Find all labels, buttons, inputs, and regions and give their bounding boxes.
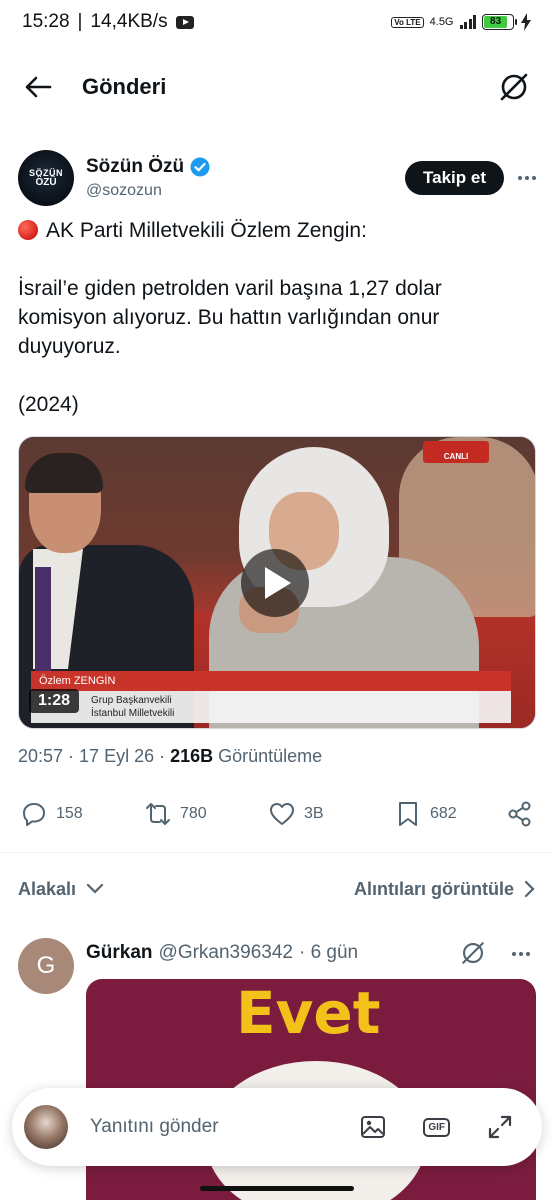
more-options-icon[interactable] <box>518 176 536 180</box>
post-timestamp: 20:57 · 17 Eyl 26 · <box>18 746 171 766</box>
related-sort[interactable]: Alakalı <box>18 879 104 900</box>
overlay-name: Özlem ZENGİN <box>31 671 511 691</box>
reply-icon <box>23 803 45 826</box>
author-avatar[interactable]: SÖZÜN ÖZÜ <box>18 150 74 206</box>
post-author: SÖZÜN ÖZÜ Sözün Özü @sozozun Takip et <box>18 148 536 208</box>
like-button[interactable]: 3B <box>268 800 324 828</box>
reply-avatar[interactable]: G <box>18 938 74 994</box>
channel-logo: CANLI <box>423 441 489 463</box>
status-time: 15:28 <box>22 11 70 32</box>
divider <box>0 852 554 853</box>
verified-badge-icon <box>190 157 210 177</box>
repost-icon <box>146 803 170 825</box>
reply-author-handle: @Grkan396342 <box>158 942 293 963</box>
video-duration: 1:28 <box>29 689 80 713</box>
follow-button[interactable]: Takip et <box>405 161 504 195</box>
reply-author-name[interactable]: Gürkan <box>86 942 153 964</box>
post-text: AK Parti Milletvekili Özlem Zengin: İsra… <box>18 216 536 419</box>
expand-icon[interactable] <box>486 1113 514 1141</box>
signal-icon <box>459 15 476 29</box>
views-count: 216B <box>170 746 214 766</box>
bookmark-count: 682 <box>430 805 457 822</box>
top-bar: Gönderi <box>0 52 554 122</box>
post-text-line-2: İsrail’e giden petrolden varil başına 1,… <box>18 277 442 358</box>
views-label: Görüntüleme <box>213 746 323 766</box>
post-video[interactable]: CANLI Özlem ZENGİN Grup Başkanvekili İst… <box>18 436 536 729</box>
repost-button[interactable]: 780 <box>144 800 207 828</box>
post-text-line-1: AK Parti Milletvekili Özlem Zengin: <box>46 219 367 242</box>
overlay-role: Grup Başkanvekili İstanbul Milletvekili <box>31 691 511 723</box>
reply-input[interactable]: Yanıtını gönder <box>90 1116 219 1138</box>
post-text-line-3: (2024) <box>18 393 79 416</box>
heart-icon <box>270 803 294 825</box>
related-bar: Alakalı Alıntıları görüntüle <box>18 874 536 904</box>
back-arrow-icon[interactable] <box>24 75 52 99</box>
red-circle-emoji-icon <box>18 220 38 240</box>
video-lower-third: Özlem ZENGİN Grup Başkanvekili İstanbul … <box>19 671 511 723</box>
post-meta: 20:57 · 17 Eyl 26 · 216B Görüntüleme <box>18 746 322 767</box>
home-indicator <box>200 1186 354 1191</box>
reply-age: · 6 gün <box>298 942 359 963</box>
battery-level: 83 <box>484 16 508 28</box>
repost-count: 780 <box>180 805 207 822</box>
image-icon[interactable] <box>359 1113 387 1141</box>
charging-icon <box>521 13 531 31</box>
post-actions: 158 780 3B 682 <box>18 794 538 834</box>
status-net-speed: 14,4KB/s <box>90 11 168 32</box>
gif-button[interactable]: GIF <box>423 1117 450 1137</box>
youtube-icon <box>175 15 194 29</box>
volte-badge: Vo LTE <box>391 16 424 28</box>
like-count: 3B <box>304 805 324 822</box>
page-title: Gönderi <box>82 74 167 99</box>
bookmark-icon <box>399 802 417 826</box>
reply-image-text: Evet <box>236 979 381 1047</box>
grok-icon[interactable] <box>498 71 530 103</box>
reply-count: 158 <box>56 805 83 822</box>
view-quotes-link[interactable]: Alıntıları görüntüle <box>354 879 536 900</box>
network-type: 4.5G <box>429 16 454 28</box>
author-name[interactable]: Sözün Özü <box>86 156 184 178</box>
battery-icon: 83 <box>482 14 517 30</box>
grok-icon[interactable] <box>460 940 486 966</box>
play-button[interactable] <box>241 549 309 617</box>
user-avatar <box>24 1105 68 1149</box>
share-icon <box>508 801 531 827</box>
chevron-right-icon <box>524 880 535 898</box>
author-handle[interactable]: @sozozun <box>86 182 210 200</box>
reply-button[interactable]: 158 <box>20 800 83 828</box>
reply-more-icon[interactable] <box>512 952 530 956</box>
status-bar: 15:28 | 14,4KB/s Vo LTE 4.5G 83 <box>0 0 554 44</box>
chevron-down-icon <box>86 883 104 894</box>
bookmark-button[interactable]: 682 <box>394 800 457 828</box>
reply-composer[interactable]: Yanıtını gönder GIF <box>12 1088 542 1166</box>
share-button[interactable] <box>506 800 534 828</box>
